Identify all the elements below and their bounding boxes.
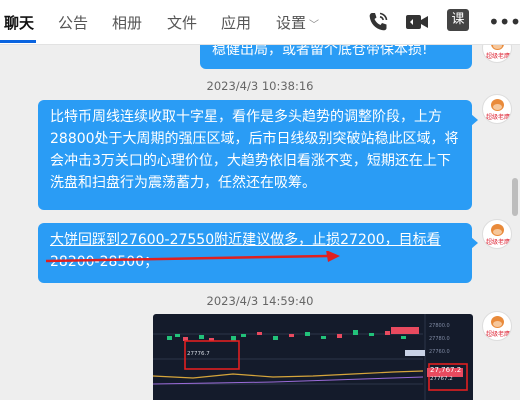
tab-apps[interactable]: 应用 (221, 13, 251, 33)
avatar-label: 超级老鹰 (485, 114, 510, 121)
chart-screenshot-image[interactable]: 27776.7 27,767.2 27767.2 27800.0 27780.0… (153, 314, 473, 400)
active-tab-indicator (0, 40, 36, 43)
avatar[interactable]: 超级老鹰 (482, 311, 512, 341)
video-call-icon[interactable] (404, 10, 430, 34)
chart-axis-label: 27760.0 (429, 349, 450, 355)
avatar-label: 超级老鹰 (485, 239, 510, 246)
avatar-face-icon (491, 224, 504, 236)
message-bubble[interactable]: 大饼回踩到27600-27550附近建议做多，止损27200，目标看 28200… (38, 223, 478, 283)
candlestick-chart (153, 314, 468, 400)
course-icon[interactable]: 课 (447, 9, 469, 31)
message-line-1: 大饼回踩到27600-27550附近建议做多，止损27200，目标看 (50, 229, 460, 251)
message-timestamp: 2023/4/3 14:59:40 (206, 294, 314, 308)
tab-chat[interactable]: 聊天 (4, 13, 34, 33)
avatar-face-icon (491, 316, 504, 328)
chat-message-area[interactable]: 稳健出局，或者留个底仓带保本损! 超级老鹰 2023/4/3 10:38:16 … (0, 45, 520, 400)
chart-axis-label: 27800.0 (429, 323, 450, 329)
avatar[interactable]: 超级老鹰 (482, 219, 512, 249)
scrollbar[interactable] (512, 178, 518, 216)
avatar-face-icon (491, 45, 504, 50)
avatar-face-icon (491, 99, 504, 111)
tab-files[interactable]: 文件 (167, 13, 197, 33)
message-bubble[interactable]: 比特币周线连续收取十字星，看作是多头趋势的调整阶段，上方28800处于大周期的强… (38, 100, 478, 210)
chart-axis-label: 27780.0 (429, 336, 450, 342)
avatar-label: 超级老鹰 (485, 331, 510, 338)
tab-settings-label: 设置 (276, 14, 307, 32)
chart-price-label: 27776.7 (187, 351, 210, 357)
chevron-down-icon: ﹀ (309, 20, 320, 31)
more-icon[interactable]: ••• (488, 12, 520, 32)
message-bubble[interactable]: 稳健出局，或者留个底仓带保本损! (200, 45, 472, 69)
red-arrow-annotation (45, 251, 340, 263)
message-text-underlined: 大饼回踩到27600-27550附近建议做多，止损27200，目标看 (50, 232, 441, 248)
chart-price-label: 27,767.2 (430, 366, 462, 374)
tab-settings[interactable]: 设置 ﹀ (276, 13, 319, 36)
avatar-label: 超级老鹰 (485, 53, 510, 60)
message-timestamp: 2023/4/3 10:38:16 (206, 79, 314, 93)
top-nav-bar: 聊天 公告 相册 文件 应用 设置 ﹀ 课 ••• (0, 0, 520, 45)
avatar[interactable]: 超级老鹰 (482, 94, 512, 124)
avatar[interactable]: 超级老鹰 (482, 45, 512, 63)
tab-album[interactable]: 相册 (112, 13, 142, 33)
phone-icon[interactable] (366, 10, 392, 34)
chart-price-label: 27767.2 (430, 376, 453, 382)
tab-announcements[interactable]: 公告 (58, 13, 88, 33)
